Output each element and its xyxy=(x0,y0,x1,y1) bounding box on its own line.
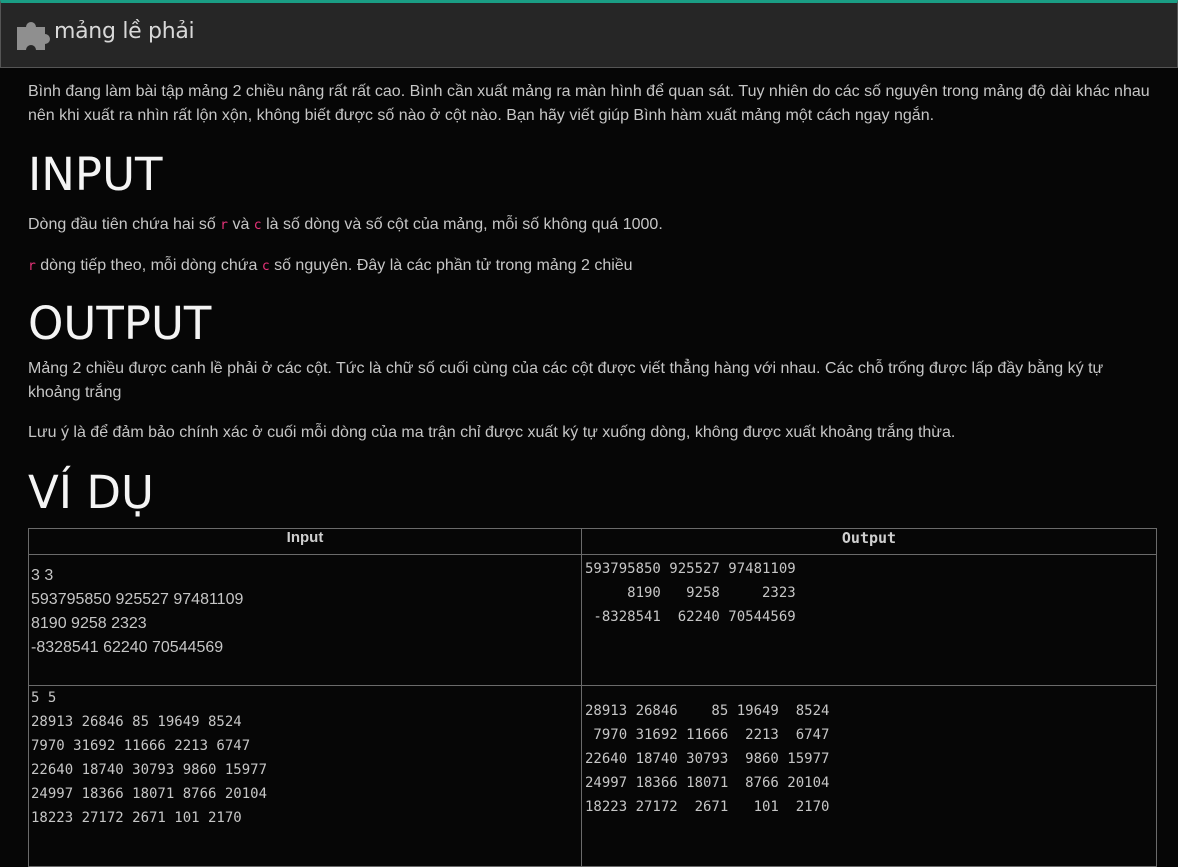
problem-statement: Bình đang làm bài tập mảng 2 chiều nâng … xyxy=(28,83,1150,124)
example-input-cell: 3 3 593795850 925527 97481109 8190 9258 … xyxy=(28,554,582,686)
example-output: 28913 26846 85 19649 8524 7970 31692 116… xyxy=(585,703,830,815)
input-description-line1: Dòng đầu tiên chứa hai số r và c là số d… xyxy=(28,216,663,233)
var-r: r xyxy=(220,218,228,233)
output-heading: OUTPUT xyxy=(28,297,212,350)
page-title: mảng lề phải xyxy=(54,19,195,44)
output-description: Mảng 2 chiều được canh lề phải ở các cột… xyxy=(28,360,1104,401)
example-input: 5 5 28913 26846 85 19649 8524 7970 31692… xyxy=(31,690,268,826)
var-c: c xyxy=(261,259,270,274)
input-column-header: Input xyxy=(28,528,582,555)
examples-table: Input Output 3 3 593795850 925527 974811… xyxy=(28,528,1157,867)
problem-content: Bình đang làm bài tập mảng 2 chiều nâng … xyxy=(28,80,1156,521)
table-row: 5 5 28913 26846 85 19649 8524 7970 31692… xyxy=(28,685,1157,867)
top-bar: mảng lề phải xyxy=(0,0,1178,68)
output-column-header: Output xyxy=(581,528,1157,555)
example-output-cell: 593795850 925527 97481109 8190 9258 2323… xyxy=(581,554,1157,686)
input-description-line2: r dòng tiếp theo, mỗi dòng chứa c số ngu… xyxy=(28,257,633,274)
puzzle-piece-icon xyxy=(17,22,50,50)
example-input: 3 3 593795850 925527 97481109 8190 9258 … xyxy=(31,567,244,656)
examples-heading: VÍ DỤ xyxy=(28,466,154,519)
input-heading: INPUT xyxy=(28,148,163,201)
example-output: 593795850 925527 97481109 8190 9258 2323… xyxy=(585,561,796,625)
var-c: c xyxy=(253,218,262,233)
table-header-row: Input Output xyxy=(28,528,1157,555)
table-row: 3 3 593795850 925527 97481109 8190 9258 … xyxy=(28,554,1157,686)
output-note: Lưu ý là để đảm bảo chính xác ở cuối mỗi… xyxy=(28,424,956,441)
example-input-cell: 5 5 28913 26846 85 19649 8524 7970 31692… xyxy=(28,685,582,867)
var-r: r xyxy=(28,259,36,274)
example-output-cell: 28913 26846 85 19649 8524 7970 31692 116… xyxy=(581,685,1157,867)
